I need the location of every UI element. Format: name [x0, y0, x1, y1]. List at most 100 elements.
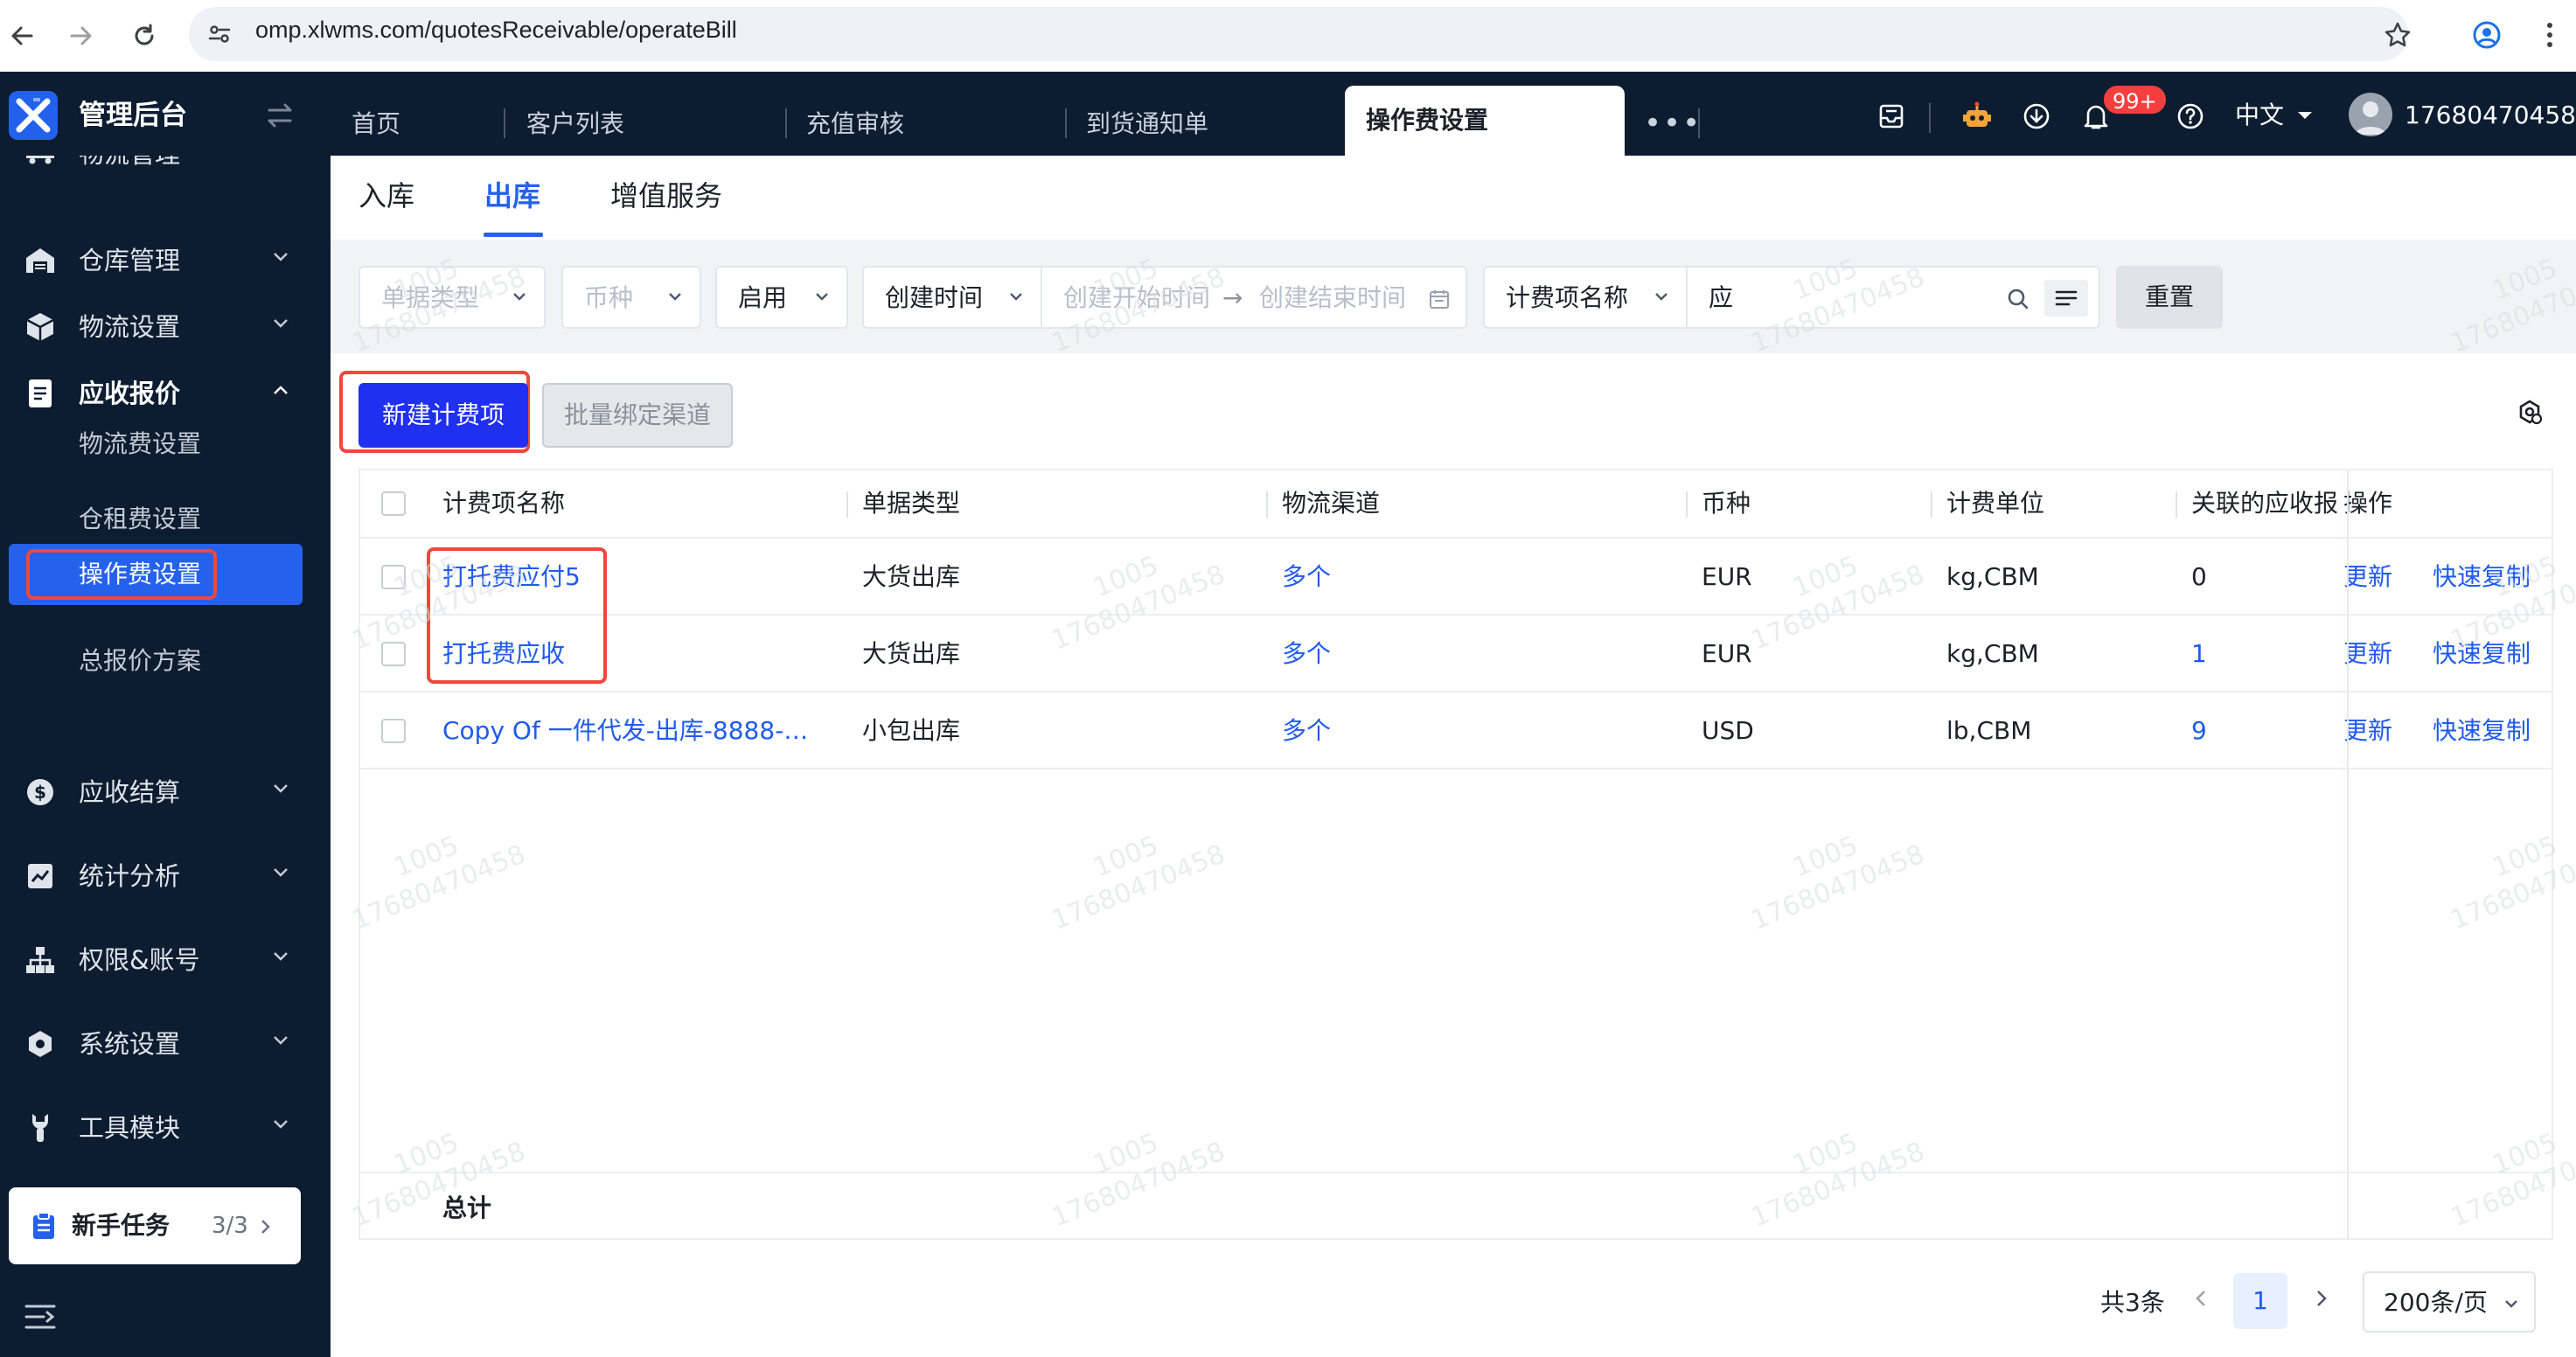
subtab-bar: 入库 出库 增值服务	[331, 156, 2576, 240]
forward-icon[interactable]	[59, 14, 103, 58]
chevron-right-icon[interactable]	[2315, 1289, 2328, 1308]
tab-recharge-review[interactable]: 充值审核	[806, 89, 904, 156]
row-checkbox[interactable]	[381, 565, 406, 589]
update-link[interactable]: 更新	[2343, 713, 2392, 748]
quick-copy-link[interactable]: 快速复制	[2433, 713, 2531, 748]
status-select[interactable]: 启用	[715, 266, 848, 329]
col-resizer[interactable]	[1266, 491, 1268, 518]
inbox-icon[interactable]	[1869, 94, 1913, 138]
sidebar-item-warehouse[interactable]: 仓库管理	[0, 227, 331, 294]
search-input[interactable]: 应	[1686, 266, 2100, 329]
tab-operation-fee[interactable]: 操作费设置	[1345, 86, 1625, 156]
quick-copy-link[interactable]: 快速复制	[2433, 637, 2531, 672]
doc-type-cell: 大货出库	[862, 562, 961, 591]
update-link[interactable]: 更新	[2343, 560, 2392, 595]
sidebar-item-statistics[interactable]: 统计分析	[0, 843, 331, 909]
currency-cell: EUR	[1702, 562, 1752, 591]
sidebar-subitem-total-quote[interactable]: 总报价方案	[79, 644, 201, 678]
update-link[interactable]: 更新	[2343, 637, 2392, 672]
doc-type-cell: 大货出库	[862, 639, 961, 668]
caret-down-icon[interactable]	[2296, 110, 2314, 121]
sidebar-item-label: 系统设置	[79, 1029, 181, 1059]
username[interactable]: 17680470458	[2405, 98, 2576, 133]
column-settings-icon[interactable]	[2517, 399, 2543, 425]
tab-arrival-notice[interactable]: 到货通知单	[1086, 89, 1208, 156]
help-icon[interactable]	[2169, 94, 2212, 138]
doc-type-select[interactable]: 单据类型	[359, 266, 546, 329]
chevron-down-icon	[2504, 1299, 2518, 1308]
batch-bind-channel-button[interactable]: 批量绑定渠道	[542, 383, 733, 448]
browser-menu-icon[interactable]	[2525, 10, 2574, 59]
currency-select[interactable]: 币种	[561, 266, 701, 329]
start-date-placeholder[interactable]: 创建开始时间	[1063, 282, 1210, 315]
bookmark-star-icon[interactable]	[2373, 10, 2422, 59]
sidebar-item-logistics-mgmt[interactable]: 物流管理	[0, 156, 331, 187]
notification-badge: 99+	[2102, 84, 2168, 115]
end-date-placeholder[interactable]: 创建结束时间	[1259, 282, 1406, 315]
chevron-down-icon	[273, 1035, 289, 1046]
col-resizer[interactable]	[2176, 491, 2177, 518]
tab-customer-list[interactable]: 客户列表	[526, 89, 624, 156]
select-all-checkbox[interactable]	[381, 491, 406, 516]
col-resizer[interactable]	[1686, 491, 1688, 518]
newbie-tasks-count: 3/3	[212, 1213, 248, 1239]
action-toolbar: 新建计费项 批量绑定渠道	[331, 353, 2576, 463]
date-range-picker[interactable]: 创建开始时间 → 创建结束时间	[1041, 266, 1467, 329]
cube-icon	[23, 311, 58, 343]
chevron-down-icon	[273, 318, 289, 329]
tab-home[interactable]: 首页	[352, 89, 400, 156]
channel-link[interactable]: 多个	[1282, 560, 1331, 595]
linked-count-link[interactable]: 1	[2191, 637, 2207, 672]
sidebar-item-system-settings[interactable]: 系统设置	[0, 1011, 331, 1077]
url-text[interactable]: omp.xlwms.com/quotesReceivable/operateBi…	[255, 14, 737, 45]
advanced-filter-icon[interactable]	[2044, 280, 2088, 317]
reset-button[interactable]: 重置	[2116, 266, 2223, 329]
row-checkbox[interactable]	[381, 642, 406, 666]
sidebar-subitem-logistics-fee[interactable]: 物流费设置	[79, 427, 201, 462]
col-resizer[interactable]	[846, 491, 848, 518]
quick-copy-link[interactable]: 快速复制	[2433, 560, 2531, 595]
back-icon[interactable]	[0, 14, 44, 58]
sidebar-item-label: 物流设置	[79, 312, 181, 342]
row-checkbox[interactable]	[381, 719, 406, 743]
menu-collapse-icon[interactable]	[24, 1303, 56, 1331]
newbie-tasks-card[interactable]: 新手任务 3/3	[9, 1187, 301, 1264]
time-type-select[interactable]: 创建时间	[862, 266, 1042, 329]
col-fee-name: 计费项名称	[442, 489, 566, 518]
channel-link[interactable]: 多个	[1282, 637, 1331, 672]
new-fee-item-button[interactable]: 新建计费项	[359, 383, 528, 448]
chevron-left-icon[interactable]	[2195, 1289, 2207, 1308]
sidebar-item-logistics-settings[interactable]: 物流设置	[0, 294, 331, 360]
sidebar-item-permissions[interactable]: 权限&账号	[0, 927, 331, 993]
sidebar-item-label: 统计分析	[79, 861, 181, 891]
sidebar-item-receivable-quotes[interactable]: 应收报价	[0, 360, 331, 427]
site-info-icon[interactable]	[198, 12, 241, 56]
fee-name-link[interactable]: Copy Of 一件代发-出库-8888-…	[442, 713, 808, 748]
avatar[interactable]	[2349, 93, 2392, 136]
sidebar: 物流管理 仓库管理 物流设置 应收报价 物流费设置 操作费设置 仓租费设置 总报…	[0, 156, 331, 1357]
doc-type-cell: 小包出库	[862, 716, 961, 745]
sidebar-item-label: 权限&账号	[79, 945, 200, 975]
linked-count-link[interactable]: 9	[2191, 713, 2207, 748]
more-tabs-icon[interactable]: •••	[1644, 108, 1702, 138]
robot-icon[interactable]	[1955, 94, 1999, 138]
current-page[interactable]: 1	[2233, 1273, 2287, 1329]
col-resizer[interactable]	[1931, 491, 1932, 518]
sidebar-subitem-storage-fee[interactable]: 仓租费设置	[79, 502, 201, 537]
language-selector[interactable]: 中文	[2235, 98, 2284, 133]
page-size-select[interactable]: 200条/页	[2363, 1271, 2536, 1333]
profile-icon[interactable]	[2462, 10, 2511, 59]
chevron-down-icon	[273, 783, 289, 794]
subtab-value-added[interactable]: 增值服务	[610, 177, 722, 215]
subtab-outbound[interactable]: 出库	[484, 177, 540, 215]
search-field-select[interactable]: 计费项名称	[1483, 266, 1688, 329]
switch-icon[interactable]	[262, 98, 301, 136]
channel-link[interactable]: 多个	[1282, 713, 1331, 748]
search-icon[interactable]	[2006, 287, 2030, 311]
download-icon[interactable]	[2015, 94, 2058, 138]
fee-items-table: 计费项名称 单据类型 物流渠道 币种 计费单位 关联的应收报 操作 打托费应付5…	[359, 469, 2553, 1240]
sidebar-item-tools[interactable]: 工具模块	[0, 1095, 331, 1161]
reload-icon[interactable]	[122, 14, 166, 58]
sidebar-item-receivable-settlement[interactable]: $ 应收结算	[0, 759, 331, 825]
subtab-inbound[interactable]: 入库	[359, 177, 414, 215]
